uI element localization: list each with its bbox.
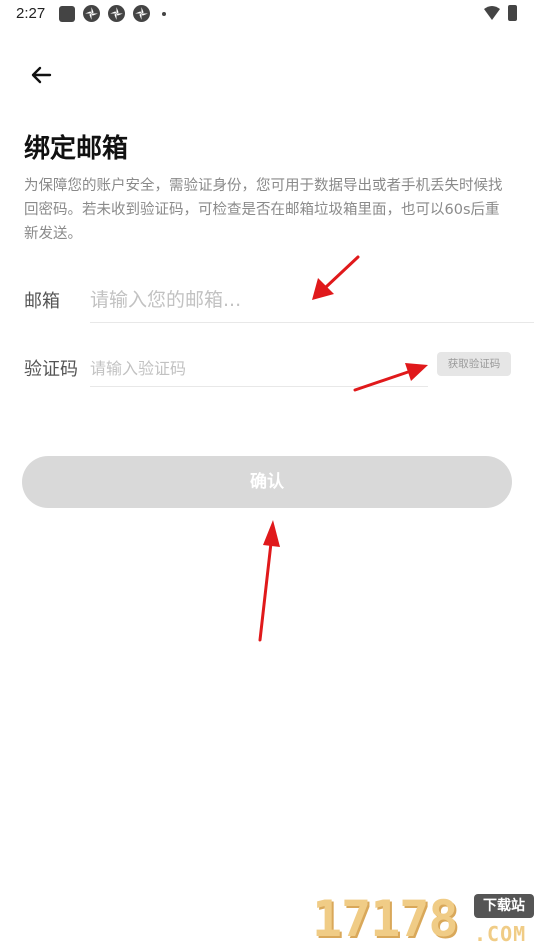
watermark-number: 17178 [312, 890, 459, 948]
notification-pinwheel-icon [133, 5, 150, 22]
description-text: 为保障您的账户安全，需验证身份，您可用于数据导出或者手机丢失时候找回密码。若未收… [24, 178, 503, 242]
page-title: 绑定邮箱 [24, 134, 129, 164]
more-notifications-dot-icon [162, 12, 166, 16]
watermark-logo: 17178 下载站 .COM [310, 888, 534, 950]
status-bar: 2:27 [0, 0, 534, 28]
verification-code-input[interactable] [90, 350, 428, 387]
battery-icon [508, 5, 517, 21]
annotation-arrow-confirm [258, 520, 280, 642]
code-label: 验证码 [24, 359, 78, 380]
notification-app-icon [59, 6, 75, 22]
confirm-button[interactable]: 确认 [22, 456, 512, 508]
notification-pinwheel-icon [83, 5, 100, 22]
watermark-suffix: .COM [474, 922, 527, 946]
wifi-icon [484, 6, 500, 20]
notification-pinwheel-icon [108, 5, 125, 22]
email-label: 邮箱 [24, 291, 60, 312]
email-input[interactable] [90, 278, 534, 323]
back-arrow-icon[interactable] [26, 60, 56, 90]
watermark-badge: 下载站 [474, 894, 534, 918]
get-code-button[interactable]: 获取验证码 [437, 352, 511, 376]
status-time: 2:27 [16, 5, 46, 22]
